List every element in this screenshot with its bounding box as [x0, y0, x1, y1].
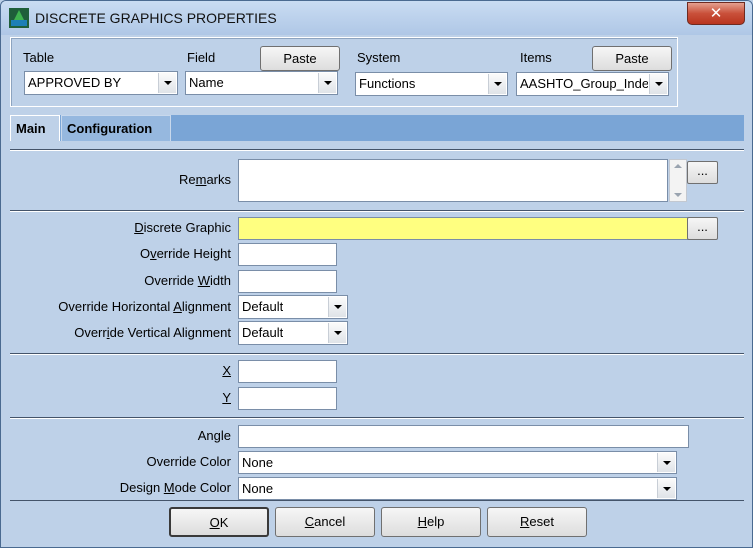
scroll-up-icon[interactable]: [674, 164, 682, 168]
field-value: Name: [189, 75, 224, 90]
chevron-down-icon[interactable]: [328, 297, 346, 317]
items-dropdown[interactable]: AASHTO_Group_Inde: [516, 72, 669, 96]
override-color-label: Override Color: [146, 454, 231, 469]
graphic-section: Discrete Graphic ... Override Height Ove…: [10, 210, 744, 353]
override-width-input[interactable]: [238, 270, 337, 293]
chevron-down-icon[interactable]: [657, 479, 675, 498]
chevron-down-icon[interactable]: [318, 73, 336, 93]
y-label: Y: [222, 390, 231, 405]
items-value: AASHTO_Group_Inde: [520, 76, 648, 91]
y-input[interactable]: [238, 387, 337, 410]
design-mode-color-label: Design Mode Color: [119, 480, 231, 495]
scroll-down-icon[interactable]: [674, 193, 682, 197]
field-dropdown[interactable]: Name: [185, 71, 338, 95]
horizontal-alignment-value: Default: [242, 299, 284, 314]
system-label: System: [357, 50, 401, 65]
design-mode-color-value: None: [242, 481, 274, 496]
field-paste-button[interactable]: Paste: [260, 46, 340, 71]
override-color-value: None: [242, 455, 274, 470]
tab-main[interactable]: Main: [10, 115, 60, 141]
close-button[interactable]: ✕: [687, 2, 745, 25]
chevron-down-icon[interactable]: [328, 323, 346, 343]
x-label: X: [222, 363, 231, 378]
items-label: Items: [520, 50, 552, 65]
design-mode-color-dropdown[interactable]: None: [238, 477, 677, 500]
help-button[interactable]: Help: [381, 507, 481, 537]
dialog-button-bar: OK Cancel Help Reset: [10, 500, 744, 544]
override-width-label: Override Width: [144, 273, 231, 288]
reset-button[interactable]: Reset: [487, 507, 587, 537]
vertical-alignment-label: Override Vertical Alignment: [74, 325, 231, 340]
chevron-down-icon[interactable]: [158, 73, 176, 93]
table-value: APPROVED BY: [28, 75, 122, 90]
remarks-scrollbar[interactable]: [669, 159, 687, 202]
window-title: DISCRETE GRAPHICS PROPERTIES: [35, 10, 277, 26]
x-input[interactable]: [238, 360, 337, 383]
position-section: X Y: [10, 353, 744, 417]
record-selector-panel: Table APPROVED BY Field Paste Name Syste…: [10, 37, 678, 107]
field-label: Field: [187, 50, 216, 65]
appearance-section: Angle Override Color None Design Mode Co…: [10, 417, 744, 500]
table-label: Table: [23, 50, 55, 65]
items-paste-button[interactable]: Paste: [592, 46, 672, 71]
horizontal-alignment-label: Override Horizontal Alignment: [58, 299, 231, 314]
tab-strip: Main Configuration: [10, 115, 744, 141]
chevron-down-icon[interactable]: [488, 74, 506, 94]
remarks-section: Remarks ...: [10, 149, 744, 210]
remarks-browse-button[interactable]: ...: [687, 161, 718, 184]
remarks-label: Remarks: [178, 172, 231, 187]
system-value: Functions: [359, 76, 416, 91]
chevron-down-icon[interactable]: [649, 74, 667, 94]
angle-label: Angle: [197, 428, 231, 443]
app-logo-icon: [9, 8, 29, 28]
remarks-textarea[interactable]: [238, 159, 668, 202]
title-bar[interactable]: DISCRETE GRAPHICS PROPERTIES ✕: [1, 1, 752, 35]
override-height-input[interactable]: [238, 243, 337, 266]
discrete-graphic-input[interactable]: [238, 217, 689, 240]
override-color-dropdown[interactable]: None: [238, 451, 677, 474]
discrete-graphic-label: Discrete Graphic: [134, 220, 231, 235]
cancel-button[interactable]: Cancel: [275, 507, 375, 537]
chevron-down-icon[interactable]: [657, 453, 675, 472]
angle-input[interactable]: [238, 425, 689, 448]
discrete-graphic-browse-button[interactable]: ...: [687, 217, 718, 240]
ok-button[interactable]: OK: [169, 507, 269, 537]
table-dropdown[interactable]: APPROVED BY: [24, 71, 178, 95]
properties-dialog: DISCRETE GRAPHICS PROPERTIES ✕ Table APP…: [0, 0, 753, 548]
tab-configuration[interactable]: Configuration: [61, 115, 171, 141]
vertical-alignment-value: Default: [242, 325, 284, 340]
close-icon: ✕: [709, 5, 723, 22]
system-dropdown[interactable]: Functions: [355, 72, 508, 96]
horizontal-alignment-dropdown[interactable]: Default: [238, 295, 348, 319]
vertical-alignment-dropdown[interactable]: Default: [238, 321, 348, 345]
override-height-label: Override Height: [139, 246, 231, 261]
